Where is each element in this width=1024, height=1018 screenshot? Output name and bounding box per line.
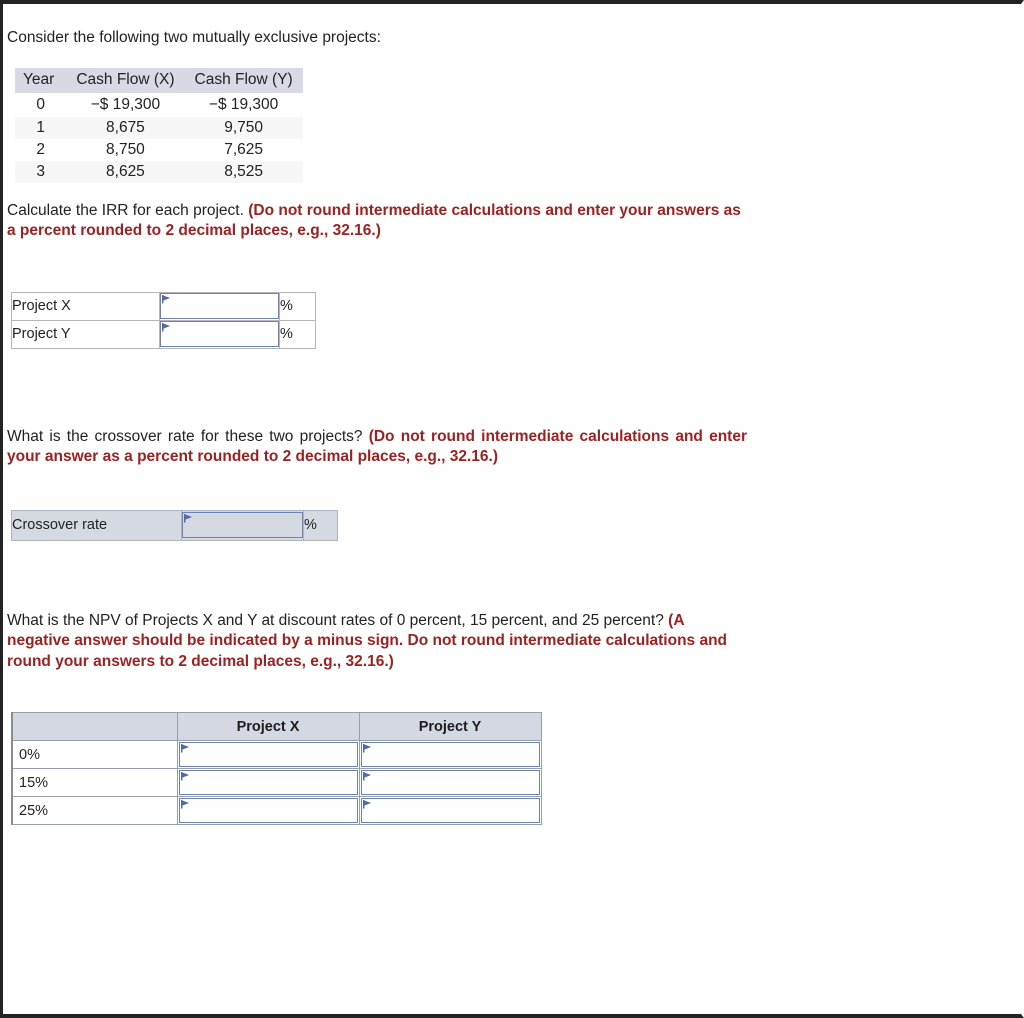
cell-year: 1	[15, 116, 67, 139]
row-label-rate-0: 0%	[11, 740, 178, 769]
npv-rate-0-project-y-input[interactable]	[360, 742, 540, 767]
npv-rate-0-project-x-input[interactable]	[178, 742, 358, 767]
table-row: 0%	[11, 740, 542, 769]
npv-rate-25-project-y-input[interactable]	[360, 798, 540, 823]
field-wrapper	[178, 798, 358, 823]
row-label-project-y: Project Y	[11, 319, 160, 349]
cell-year: 0	[36, 96, 45, 114]
irr-project-y-cell[interactable]	[159, 319, 280, 349]
npv-rate-0-project-x-cell[interactable]	[176, 740, 360, 769]
cell-cash-flow-y: −$ 19,300	[208, 96, 279, 114]
column-header-rate	[11, 712, 178, 741]
irr-project-x-input[interactable]	[160, 293, 279, 320]
npv-rate-25-project-x-cell[interactable]	[176, 796, 360, 825]
table-row: 2 8,750 7,625	[15, 139, 303, 161]
field-wrapper	[160, 293, 279, 320]
npv-rate-25-project-x-input[interactable]	[178, 798, 358, 823]
npv-rate-0-project-y-cell[interactable]	[358, 740, 542, 769]
npv-rate-15-project-x-cell[interactable]	[176, 768, 360, 797]
field-wrapper	[178, 742, 358, 767]
row-label-crossover-rate: Crossover rate	[11, 509, 182, 541]
cell-year: 2	[36, 140, 45, 158]
column-header-cash-flow-y: Cash Flow (Y)	[184, 68, 303, 94]
row-label-rate-15: 15%	[11, 768, 178, 797]
cell-cash-flow-x: 8,625	[66, 160, 185, 183]
field-wrapper	[360, 770, 540, 795]
cell-cash-flow-y: 7,625	[224, 140, 263, 158]
table-row: 1 8,675 9,750	[15, 116, 303, 139]
unit-percent: %	[279, 291, 316, 321]
table-row: 15%	[11, 768, 542, 797]
worksheet-body: Consider the following two mutually excl…	[3, 4, 1021, 825]
npv-rate-15-project-y-cell[interactable]	[358, 768, 542, 797]
cell-cash-flow-y: 8,525	[184, 160, 303, 183]
column-header-project-x: Project X	[176, 712, 360, 741]
unit-percent: %	[303, 509, 338, 541]
crossover-answer-table: Crossover rate %	[11, 509, 338, 541]
column-header-cash-flow-x: Cash Flow (X)	[66, 68, 185, 94]
crossover-answer-table-wrapper: Crossover rate %	[11, 509, 1021, 541]
table-header-row: Year Cash Flow (X) Cash Flow (Y)	[15, 68, 303, 94]
npv-prompt-plain: What is the NPV of Projects X and Y at d…	[7, 611, 669, 629]
npv-rate-25-project-y-cell[interactable]	[358, 796, 542, 825]
cell-cash-flow-x: 8,750	[106, 140, 145, 158]
field-wrapper	[160, 321, 279, 348]
irr-answer-table: Project X % Project Y %	[11, 291, 316, 349]
npv-answer-table-wrapper: Project X Project Y 0% 15% 25%	[11, 712, 1021, 825]
npv-answer-table: Project X Project Y 0% 15% 25%	[11, 712, 542, 825]
cell-cash-flow-x: −$ 19,300	[90, 96, 161, 114]
field-wrapper	[360, 798, 540, 823]
crossover-prompt: What is the crossover rate for these two…	[7, 427, 747, 468]
table-row: 25%	[11, 796, 542, 825]
irr-prompt: Calculate the IRR for each project. (Do …	[7, 201, 747, 242]
table-row: Project X %	[11, 291, 316, 321]
crossover-prompt-plain: What is the crossover rate for these two…	[7, 427, 369, 445]
crossover-rate-cell[interactable]	[181, 509, 304, 541]
table-row: Crossover rate %	[11, 509, 338, 541]
cell-year: 3	[15, 160, 67, 183]
table-row: Project Y %	[11, 319, 316, 349]
column-header-year: Year	[15, 68, 67, 94]
row-label-rate-25: 25%	[11, 796, 178, 825]
irr-answer-table-wrapper: Project X % Project Y %	[11, 291, 1021, 349]
cash-flow-table: Year Cash Flow (X) Cash Flow (Y) 0 −$ 19…	[15, 68, 303, 183]
irr-prompt-plain: Calculate the IRR for each project.	[7, 201, 249, 219]
npv-prompt: What is the NPV of Projects X and Y at d…	[7, 611, 747, 672]
cash-flow-table-wrapper: Year Cash Flow (X) Cash Flow (Y) 0 −$ 19…	[15, 68, 1021, 183]
table-row: 0 −$ 19,300 −$ 19,300	[15, 93, 303, 116]
irr-project-x-cell[interactable]	[159, 291, 280, 321]
worksheet-page: Consider the following two mutually excl…	[0, 0, 1024, 1018]
intro-paragraph: Consider the following two mutually excl…	[7, 29, 381, 46]
cell-cash-flow-y: 9,750	[184, 116, 303, 139]
cell-cash-flow-x: 8,675	[66, 116, 185, 139]
npv-rate-15-project-x-input[interactable]	[178, 770, 358, 795]
field-wrapper	[182, 512, 303, 539]
field-wrapper	[178, 770, 358, 795]
row-label-project-x: Project X	[11, 291, 160, 321]
irr-project-y-input[interactable]	[160, 321, 279, 348]
crossover-rate-input[interactable]	[182, 512, 303, 539]
table-row: 3 8,625 8,525	[15, 160, 303, 183]
field-wrapper	[360, 742, 540, 767]
column-header-project-y: Project Y	[358, 712, 542, 741]
table-header-row: Project X Project Y	[11, 712, 542, 741]
npv-rate-15-project-y-input[interactable]	[360, 770, 540, 795]
unit-percent: %	[279, 319, 316, 349]
